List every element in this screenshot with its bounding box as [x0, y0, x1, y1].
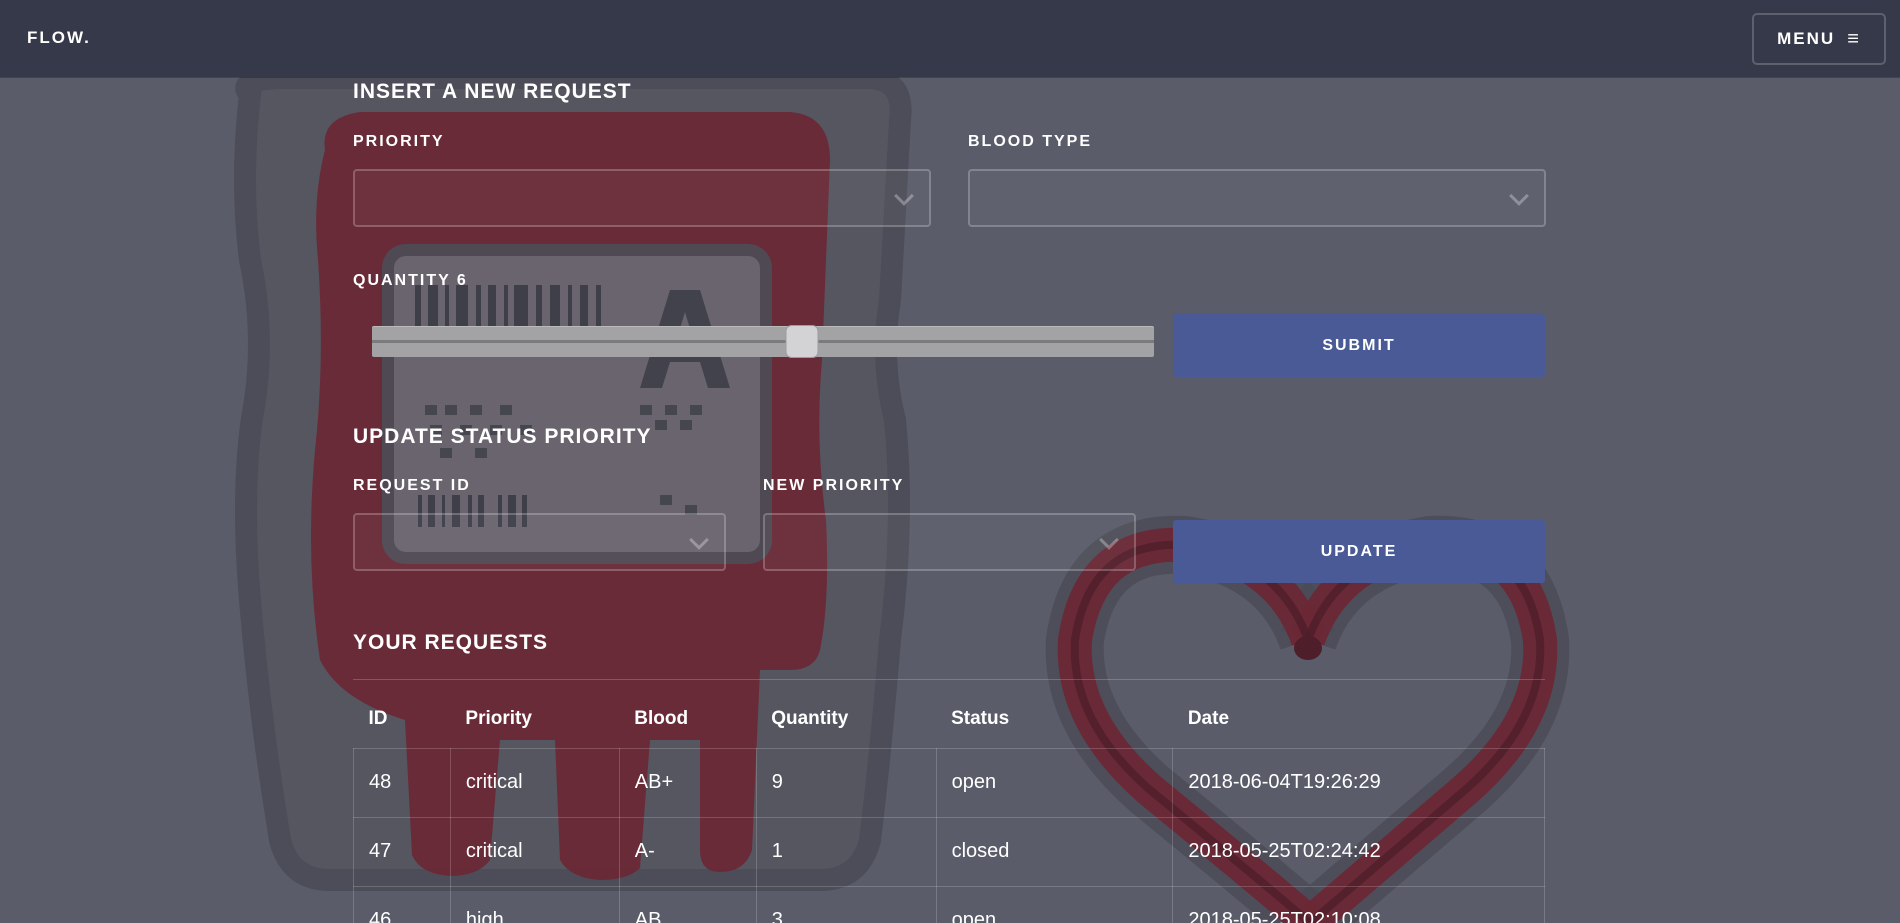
priority-label: PRIORITY	[353, 133, 445, 150]
quantity-slider[interactable]	[372, 325, 1154, 358]
cell-id: 47	[353, 816, 451, 887]
priority-select[interactable]	[353, 169, 931, 227]
cell-date: 2018-05-25T02:24:42	[1172, 816, 1545, 887]
request-id-select[interactable]	[353, 513, 726, 571]
request-id-label: REQUEST ID	[353, 477, 471, 494]
cell-status: open	[935, 747, 1174, 818]
blood-type-select[interactable]	[968, 169, 1546, 227]
chevron-down-icon	[689, 530, 709, 550]
cell-status: open	[935, 885, 1174, 923]
menu-button[interactable]: MENU ≡	[1752, 13, 1886, 65]
column-header-blood[interactable]: Blood	[619, 690, 756, 748]
table-header-row: ID Priority Blood Quantity Status Date	[354, 690, 1545, 748]
table-row[interactable]: 47 critical A- 1 closed 2018-05-25T02:24…	[353, 816, 1545, 887]
hamburger-icon: ≡	[1847, 28, 1861, 50]
column-header-id[interactable]: ID	[354, 690, 451, 748]
column-header-priority[interactable]: Priority	[450, 690, 619, 748]
cell-blood: AB	[618, 885, 757, 923]
table-row[interactable]: 48 critical AB+ 9 open 2018-06-04T19:26:…	[353, 747, 1545, 818]
cell-date: 2018-06-04T19:26:29	[1172, 747, 1545, 818]
blood-type-label: BLOOD TYPE	[968, 133, 1093, 150]
update-status-title: UPDATE STATUS PRIORITY	[353, 425, 652, 448]
column-header-quantity[interactable]: Quantity	[756, 690, 936, 748]
cell-id: 48	[353, 747, 451, 818]
cell-quantity: 1	[755, 816, 937, 887]
cell-priority: critical	[449, 816, 620, 887]
cell-quantity: 3	[755, 885, 937, 923]
cell-quantity: 9	[755, 747, 937, 818]
requests-table: ID Priority Blood Quantity Status Date 4…	[353, 690, 1545, 923]
new-priority-label: NEW PRIORITY	[763, 477, 905, 494]
chevron-down-icon	[1509, 186, 1529, 206]
menu-label: MENU	[1777, 29, 1836, 48]
new-priority-select[interactable]	[763, 513, 1136, 571]
quantity-label: QUANTITY 6	[353, 272, 468, 289]
chevron-down-icon	[894, 186, 914, 206]
column-header-date[interactable]: Date	[1173, 690, 1545, 748]
cell-date: 2018-05-25T02:10:08	[1172, 885, 1545, 923]
brand-logo[interactable]: FLOW.	[27, 28, 91, 48]
cell-priority: critical	[449, 747, 620, 818]
main-content: INSERT A NEW REQUEST PRIORITY BLOOD TYPE…	[0, 0, 1900, 923]
cell-blood: AB+	[618, 747, 757, 818]
chevron-down-icon	[1099, 530, 1119, 550]
cell-priority: high	[449, 885, 620, 923]
cell-status: closed	[935, 816, 1174, 887]
submit-button[interactable]: SUBMIT	[1173, 314, 1545, 377]
column-header-status[interactable]: Status	[936, 690, 1173, 748]
quantity-slider-thumb[interactable]	[785, 325, 819, 358]
section-divider	[353, 679, 1545, 680]
your-requests-title: YOUR REQUESTS	[353, 631, 549, 654]
cell-blood: A-	[618, 816, 757, 887]
table-row[interactable]: 46 high AB 3 open 2018-05-25T02:10:08	[353, 885, 1545, 923]
insert-request-title: INSERT A NEW REQUEST	[353, 80, 632, 103]
cell-id: 46	[353, 885, 451, 923]
top-navbar: FLOW. MENU ≡	[0, 0, 1900, 77]
update-button[interactable]: UPDATE	[1173, 520, 1545, 583]
